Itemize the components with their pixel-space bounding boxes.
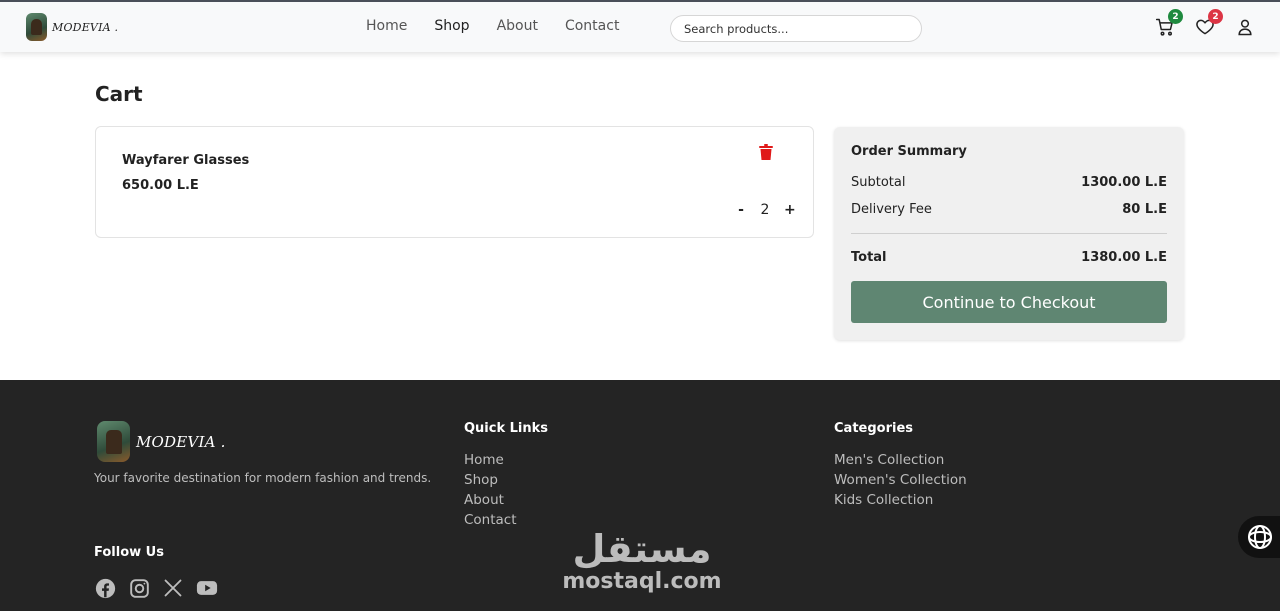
subtotal-label: Subtotal	[851, 175, 906, 190]
footer-link-kids[interactable]: Kids Collection	[834, 492, 967, 509]
quick-links-list: Home Shop About Contact	[464, 452, 517, 529]
item-name: Wayfarer Glasses	[122, 153, 250, 168]
total-value: 1380.00 L.E	[1081, 250, 1167, 265]
facebook-link[interactable]	[94, 577, 116, 599]
increase-quantity-button[interactable]: +	[784, 202, 796, 218]
footer-link-contact[interactable]: Contact	[464, 512, 517, 529]
wishlist-count-badge: 2	[1208, 9, 1223, 24]
logo-image	[26, 13, 47, 41]
delivery-fee-value: 80 L.E	[1122, 202, 1167, 217]
youtube-link[interactable]	[196, 577, 218, 599]
total-row: Total 1380.00 L.E	[851, 250, 1167, 265]
footer-tagline: Your favorite destination for modern fas…	[94, 471, 432, 485]
main-nav: Home Shop About Contact	[366, 18, 619, 34]
item-price: 650.00 L.E	[122, 178, 199, 193]
x-link[interactable]	[162, 577, 184, 599]
site-header: MODEVIA . Home Shop About Contact 2 2	[0, 0, 1280, 52]
mostaql-watermark: مستقل mostaql.com	[562, 528, 722, 594]
nav-contact[interactable]: Contact	[565, 18, 619, 34]
social-links	[94, 577, 218, 599]
footer-link-shop[interactable]: Shop	[464, 472, 517, 489]
quantity-value: 2	[760, 202, 770, 218]
facebook-icon	[95, 578, 115, 598]
cart-item-card: Wayfarer Glasses 650.00 L.E - 2 +	[95, 126, 814, 238]
nav-about[interactable]: About	[497, 18, 538, 34]
delivery-fee-row: Delivery Fee 80 L.E	[851, 202, 1167, 217]
flower-icon	[1248, 525, 1272, 549]
decrease-quantity-button[interactable]: -	[736, 202, 746, 218]
youtube-icon	[196, 581, 218, 595]
quantity-stepper: - 2 +	[736, 202, 796, 218]
footer-brand-name: MODEVIA .	[136, 432, 226, 451]
categories-list: Men's Collection Women's Collection Kids…	[834, 452, 967, 509]
summary-title: Order Summary	[851, 144, 967, 159]
footer-link-men[interactable]: Men's Collection	[834, 452, 967, 469]
footer-brand-logo[interactable]: MODEVIA .	[97, 421, 226, 462]
page-title: Cart	[95, 82, 143, 106]
instagram-icon	[129, 578, 149, 598]
checkout-button[interactable]: Continue to Checkout	[851, 281, 1167, 323]
quick-links-heading: Quick Links	[464, 421, 549, 436]
subtotal-value: 1300.00 L.E	[1081, 175, 1167, 190]
x-icon	[164, 579, 182, 597]
footer-link-women[interactable]: Women's Collection	[834, 472, 967, 489]
order-summary: Order Summary Subtotal 1300.00 L.E Deliv…	[834, 127, 1184, 340]
total-label: Total	[851, 250, 887, 265]
delivery-fee-label: Delivery Fee	[851, 202, 932, 217]
nav-shop[interactable]: Shop	[434, 18, 469, 34]
trash-icon	[759, 144, 773, 160]
instagram-link[interactable]	[128, 577, 150, 599]
user-icon	[1238, 19, 1252, 36]
floating-widget-button[interactable]	[1238, 516, 1280, 558]
watermark-latin: mostaql.com	[562, 569, 722, 594]
account-button[interactable]	[1234, 16, 1256, 38]
brand-name: MODEVIA .	[52, 20, 119, 34]
watermark-arabic: مستقل	[572, 527, 712, 571]
subtotal-row: Subtotal 1300.00 L.E	[851, 175, 1167, 190]
cart-button[interactable]: 2	[1154, 9, 1183, 38]
summary-divider	[851, 233, 1167, 234]
footer-logo-image	[97, 421, 130, 462]
footer-link-home[interactable]: Home	[464, 452, 517, 469]
categories-heading: Categories	[834, 421, 914, 436]
wishlist-button[interactable]: 2	[1194, 9, 1223, 38]
search-input[interactable]	[670, 15, 922, 42]
follow-us-heading: Follow Us	[94, 545, 164, 560]
cart-count-badge: 2	[1168, 9, 1183, 24]
brand-logo[interactable]: MODEVIA .	[26, 13, 118, 41]
footer-link-about[interactable]: About	[464, 492, 517, 509]
nav-home[interactable]: Home	[366, 18, 407, 34]
remove-item-button[interactable]	[759, 144, 773, 160]
